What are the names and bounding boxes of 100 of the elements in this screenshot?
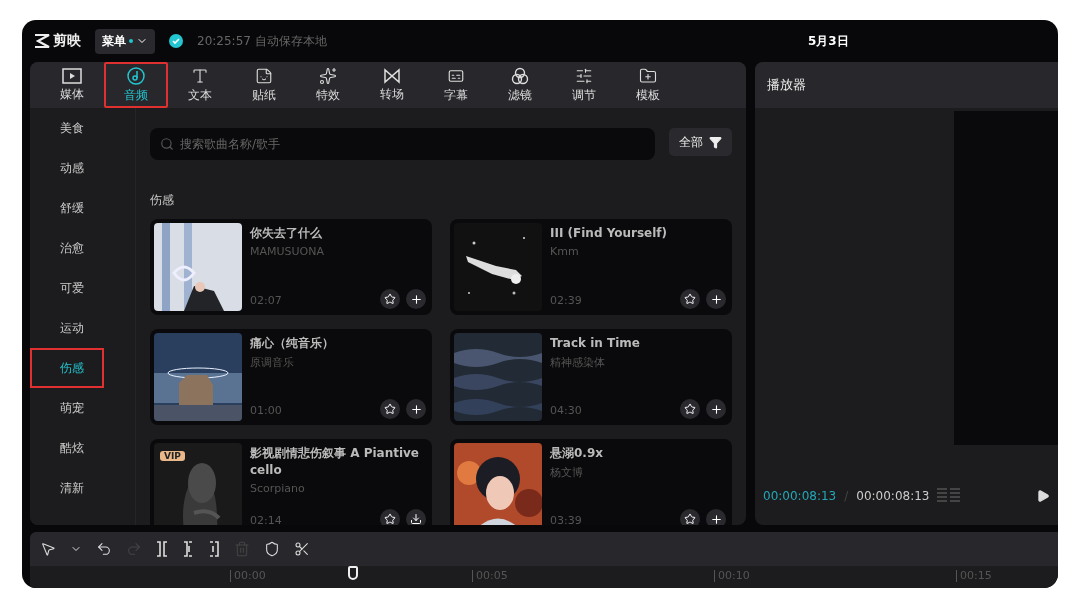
time-tick: 00:05 xyxy=(472,570,508,582)
toolbar-button[interactable] xyxy=(96,541,112,557)
circles-icon xyxy=(511,66,529,85)
add-button[interactable] xyxy=(706,399,726,419)
music-note-icon xyxy=(127,66,145,85)
favorite-button[interactable] xyxy=(380,509,400,525)
current-time: 00:00:08:13 xyxy=(763,489,837,503)
song-title: 你失去了什么 xyxy=(250,225,323,242)
category-item[interactable]: 动感 xyxy=(30,148,104,188)
favorite-button[interactable] xyxy=(680,509,700,525)
panel-title: 播放器 xyxy=(755,62,1058,108)
app-name: 剪映 xyxy=(53,32,81,50)
category-item[interactable]: 治愈 xyxy=(30,228,104,268)
star-icon xyxy=(684,513,696,525)
category-item[interactable]: 可爱 xyxy=(30,268,104,308)
category-item[interactable]: 运动 xyxy=(30,308,104,348)
song-duration: 04:30 xyxy=(550,404,582,417)
toolbar-button[interactable] xyxy=(156,541,168,557)
add-button[interactable] xyxy=(406,289,426,309)
song-artist: Kmm xyxy=(550,245,580,258)
song-artist: MAMUSUONA xyxy=(250,245,325,258)
panel-tab[interactable]: 转场 xyxy=(360,62,424,108)
panel-tab[interactable]: 媒体 xyxy=(40,62,104,108)
playhead[interactable] xyxy=(348,566,358,580)
panel-tab[interactable]: 调节 xyxy=(552,62,616,108)
favorite-button[interactable] xyxy=(380,399,400,419)
song-card[interactable]: VIP 影视剧情悲伤叙事 A Piantive cello Scorpiano 02:14 xyxy=(150,439,432,525)
search-field[interactable]: 搜索歌曲名称/歌手 xyxy=(150,128,655,160)
plus-icon xyxy=(409,402,423,416)
song-card[interactable]: 痛心（纯音乐） 原调音乐 01:00 xyxy=(150,329,432,425)
scissors-icon xyxy=(294,541,310,557)
song-card[interactable]: 你失去了什么 MAMUSUONA 02:07 xyxy=(150,219,432,315)
star-icon xyxy=(384,403,396,415)
time-tick: 00:10 xyxy=(714,570,750,582)
time-separator: / xyxy=(844,489,849,503)
toolbar-button[interactable] xyxy=(264,541,280,557)
song-title: 痛心（纯音乐） xyxy=(250,335,335,352)
vip-badge: VIP xyxy=(160,451,185,461)
toolbar-button[interactable] xyxy=(40,541,56,557)
plus-icon xyxy=(709,512,723,525)
time-tick: 00:15 xyxy=(956,570,992,582)
panel-tab[interactable]: 滤镜 xyxy=(488,62,552,108)
add-button[interactable] xyxy=(706,509,726,525)
split-icon xyxy=(156,541,168,557)
song-title: 悬溺0.9x xyxy=(550,445,604,462)
panel-tab[interactable]: 音频 xyxy=(104,62,168,108)
category-item[interactable]: 舒缓 xyxy=(30,188,104,228)
download-button[interactable] xyxy=(406,509,426,525)
search-icon xyxy=(160,137,174,151)
song-duration: 02:14 xyxy=(250,514,282,525)
section-title: 伤感 xyxy=(150,192,175,209)
panel-tab[interactable]: 贴纸 xyxy=(232,62,296,108)
undo-icon xyxy=(96,541,112,557)
song-card[interactable]: III (Find Yourself) Kmm 02:39 xyxy=(450,219,732,315)
toolbar-button[interactable] xyxy=(294,541,310,557)
play-icon xyxy=(1036,489,1050,503)
song-duration: 03:39 xyxy=(550,514,582,525)
bowtie-icon xyxy=(383,67,401,84)
panel-tab[interactable]: 字幕 xyxy=(424,62,488,108)
project-date: 5月3日 xyxy=(808,32,849,50)
song-title: Track in Time xyxy=(550,335,641,352)
category-item[interactable]: 萌宠 xyxy=(30,388,104,428)
song-duration: 02:07 xyxy=(250,294,282,307)
filter-button[interactable]: 全部 xyxy=(669,128,732,156)
panel-tab[interactable]: 模板 xyxy=(616,62,680,108)
download-icon xyxy=(410,513,422,525)
sticker-icon xyxy=(255,66,273,85)
plus-icon xyxy=(409,292,423,306)
add-button[interactable] xyxy=(406,399,426,419)
toolbar-button[interactable] xyxy=(208,541,220,557)
panel-tab[interactable]: 文本 xyxy=(168,62,232,108)
split-right-icon xyxy=(208,541,220,557)
star-icon xyxy=(684,403,696,415)
star-icon xyxy=(384,513,396,525)
sliders-icon xyxy=(575,66,593,85)
favorite-button[interactable] xyxy=(680,399,700,419)
text-icon xyxy=(191,66,209,85)
song-duration: 02:39 xyxy=(550,294,582,307)
add-button[interactable] xyxy=(706,289,726,309)
menu-button[interactable]: 菜单 xyxy=(95,28,155,54)
filter-icon xyxy=(709,135,722,149)
grid-icon xyxy=(937,488,962,504)
favorite-button[interactable] xyxy=(380,289,400,309)
song-card[interactable]: Track in Time 精神感染体 04:30 xyxy=(450,329,732,425)
song-card[interactable]: 悬溺0.9x 杨文博 03:39 xyxy=(450,439,732,525)
shield-icon xyxy=(264,541,280,557)
category-item[interactable]: 美食 xyxy=(30,108,104,148)
song-artist: 精神感染体 xyxy=(550,355,606,370)
panel-tab[interactable]: 特效 xyxy=(296,62,360,108)
song-title: III (Find Yourself) xyxy=(550,225,669,242)
song-artist: Scorpiano xyxy=(250,482,306,495)
category-item[interactable]: 酷炫 xyxy=(30,428,104,468)
pointer-icon xyxy=(40,541,56,557)
category-item[interactable]: 伤感 xyxy=(30,348,104,388)
favorite-button[interactable] xyxy=(680,289,700,309)
folder-icon xyxy=(639,66,657,85)
play-button[interactable] xyxy=(1036,489,1050,503)
toolbar-button[interactable] xyxy=(182,541,194,557)
category-item[interactable]: 清新 xyxy=(30,468,104,508)
star-icon xyxy=(384,293,396,305)
